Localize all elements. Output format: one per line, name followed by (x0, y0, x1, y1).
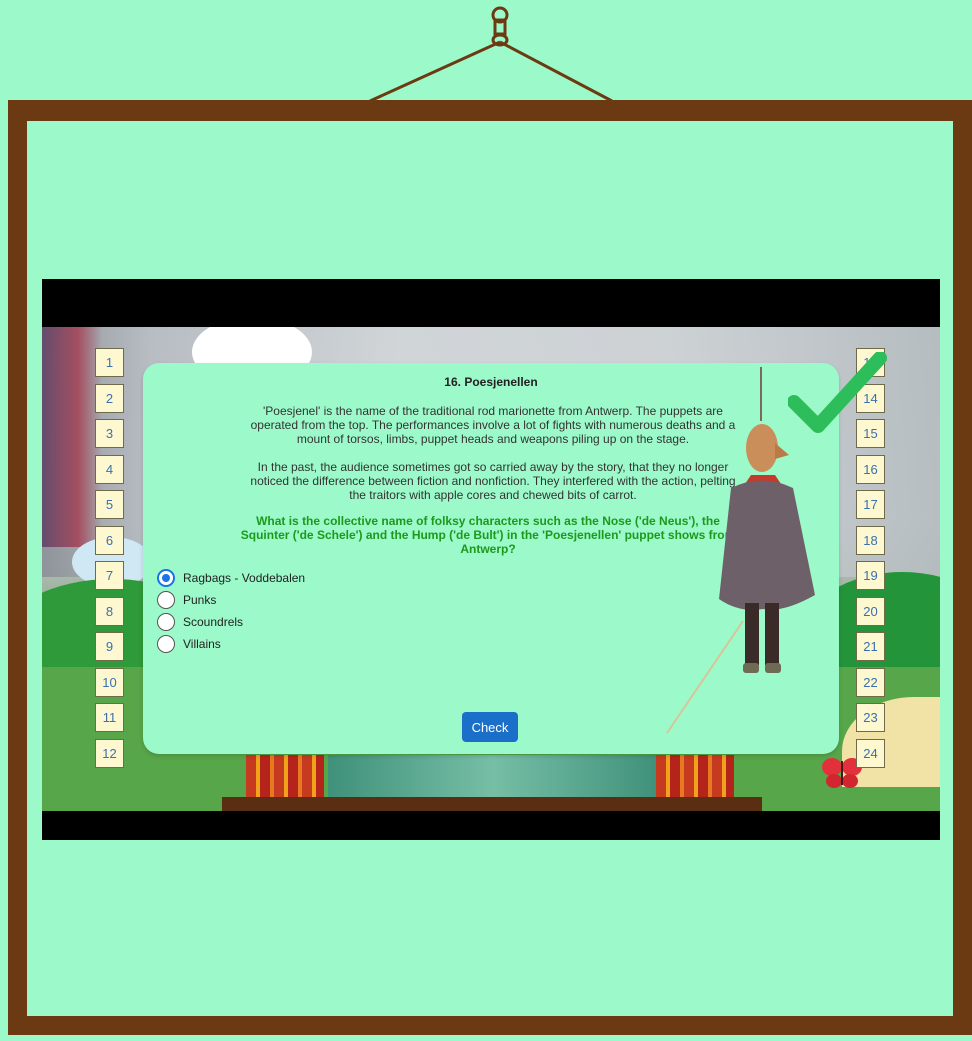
option-label: Scoundrels (183, 615, 244, 629)
question-button-5[interactable]: 5 (95, 490, 124, 519)
question-button-24[interactable]: 24 (856, 738, 885, 768)
question-button-20[interactable]: 20 (856, 596, 885, 626)
radio-button[interactable] (157, 635, 175, 653)
option-scoundrels[interactable]: Scoundrels (157, 611, 305, 633)
question-button-7[interactable]: 7 (95, 561, 124, 590)
question-button-16[interactable]: 16 (856, 454, 885, 484)
stage-floor (222, 797, 762, 811)
option-label: Punks (183, 593, 217, 607)
question-button-10[interactable]: 10 (95, 667, 124, 697)
question-button-4[interactable]: 4 (95, 454, 124, 484)
check-button[interactable]: Check (462, 712, 518, 742)
option-punks[interactable]: Punks (157, 589, 305, 611)
question-button-6[interactable]: 6 (95, 525, 124, 555)
question-button-12[interactable]: 12 (95, 738, 124, 768)
question-button-23[interactable]: 23 (856, 703, 885, 732)
radio-button[interactable] (157, 591, 175, 609)
question-button-19[interactable]: 19 (856, 561, 885, 590)
option-label: Ragbags - Voddebalen (183, 571, 306, 585)
question-button-9[interactable]: 9 (95, 632, 124, 661)
question-button-8[interactable]: 8 (95, 596, 124, 626)
question-button-3[interactable]: 3 (95, 419, 124, 448)
question-button-21[interactable]: 21 (856, 632, 885, 661)
question-button-18[interactable]: 18 (856, 525, 885, 555)
question-button-17[interactable]: 17 (856, 490, 885, 519)
correct-checkmark-icon (788, 352, 887, 433)
option-villains[interactable]: Villains (157, 633, 305, 655)
question-button-22[interactable]: 22 (856, 667, 885, 697)
radio-button-selected[interactable] (157, 569, 175, 587)
question-button-2[interactable]: 2 (95, 383, 124, 413)
option-ragbags[interactable]: Ragbags - Voddebalen (157, 567, 305, 589)
question-button-1[interactable]: 1 (95, 348, 124, 377)
answer-options: Ragbags - Voddebalen Punks Scoundrels Vi… (157, 567, 305, 655)
option-label: Villains (183, 637, 221, 651)
question-button-11[interactable]: 11 (95, 703, 124, 732)
radio-button[interactable] (157, 613, 175, 631)
hanging-hook-icon (369, 6, 613, 103)
question-dialog: 16. Poesjenellen 'Poesjenel' is the name… (143, 363, 839, 754)
